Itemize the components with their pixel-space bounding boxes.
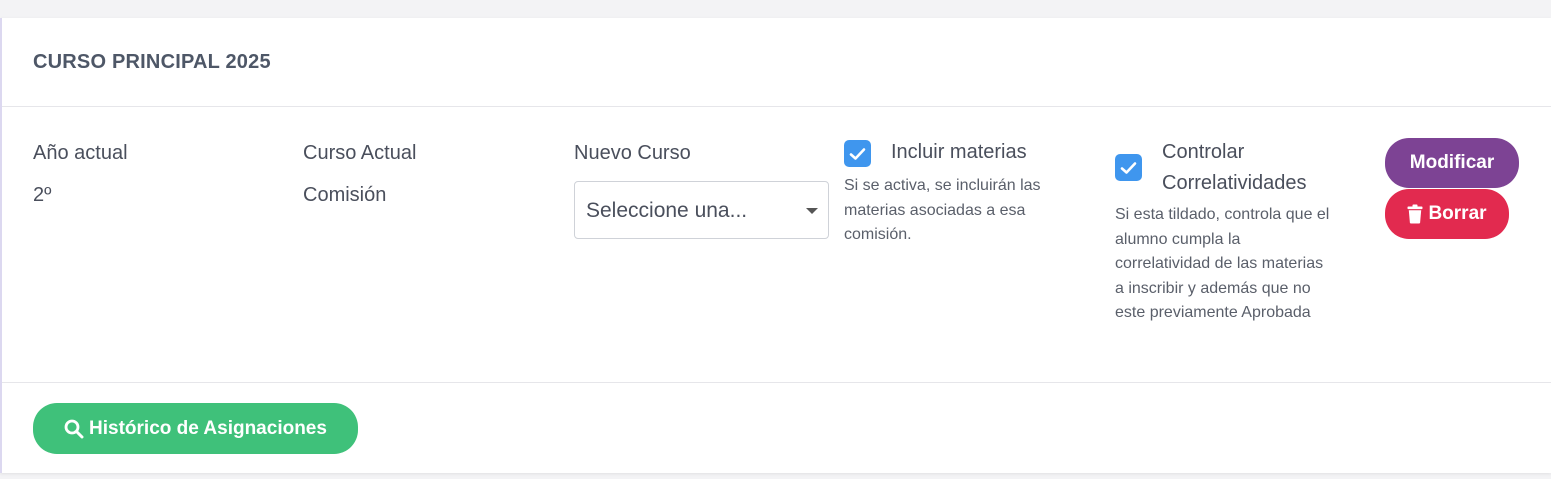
curso-actual-value: Comisión	[303, 184, 387, 206]
incluir-materias-checkbox[interactable]	[844, 140, 871, 167]
curso-actual-label: Curso Actual	[303, 142, 417, 164]
nuevo-curso-selected-value: Seleccione una...	[586, 199, 748, 222]
help-line: alumno cumpla la	[1115, 230, 1241, 248]
controlar-correlatividades-help: Si esta tildado, controla que el alumno …	[1115, 203, 1375, 326]
check-icon	[849, 147, 866, 160]
chevron-down-icon	[806, 208, 818, 214]
help-line: Si esta tildado, controla que el	[1115, 206, 1330, 223]
help-line: Si se activa, se incluirán las	[844, 177, 1041, 194]
modificar-button-label: Modificar	[1409, 152, 1495, 173]
controlar-correlatividades-checkbox[interactable]	[1115, 154, 1142, 181]
borrar-button[interactable]: Borrar	[1385, 189, 1509, 239]
nuevo-curso-select[interactable]: Seleccione una...	[574, 181, 829, 239]
modificar-button[interactable]: Modificar	[1385, 138, 1519, 188]
footer-divider	[2, 382, 1551, 383]
controlar-correlatividades-label: Controlar Correlatividades	[1162, 137, 1307, 199]
help-line: correlatividad de las materias	[1115, 255, 1324, 272]
nuevo-curso-label: Nuevo Curso	[574, 142, 691, 164]
anio-actual-value: 2º	[33, 184, 52, 206]
check-icon	[1120, 161, 1137, 174]
help-line: materias asociadas a esa	[844, 201, 1026, 219]
incluir-materias-help: Si se activa, se incluirán las materias …	[844, 174, 1084, 248]
help-line: comisión.	[844, 226, 912, 243]
trash-icon	[1407, 204, 1423, 224]
label-line: Controlar	[1162, 141, 1245, 163]
historico-asignaciones-button[interactable]: Histórico de Asignaciones	[33, 403, 358, 454]
course-card: CURSO PRINCIPAL 2025 Año actual 2º Curso…	[0, 18, 1551, 473]
card-header: CURSO PRINCIPAL 2025	[2, 18, 1551, 107]
card-title: CURSO PRINCIPAL 2025	[33, 51, 271, 73]
anio-actual-label: Año actual	[33, 142, 128, 164]
help-line: a inscribir y además que no	[1115, 279, 1311, 297]
label-line: Correlatividades	[1162, 172, 1307, 194]
incluir-materias-label: Incluir materias	[891, 141, 1027, 163]
borrar-button-label: Borrar	[1428, 203, 1487, 224]
search-icon	[64, 419, 84, 439]
historico-asignaciones-label: Histórico de Asignaciones	[89, 417, 327, 439]
help-line: este previamente Aprobada	[1115, 304, 1311, 321]
